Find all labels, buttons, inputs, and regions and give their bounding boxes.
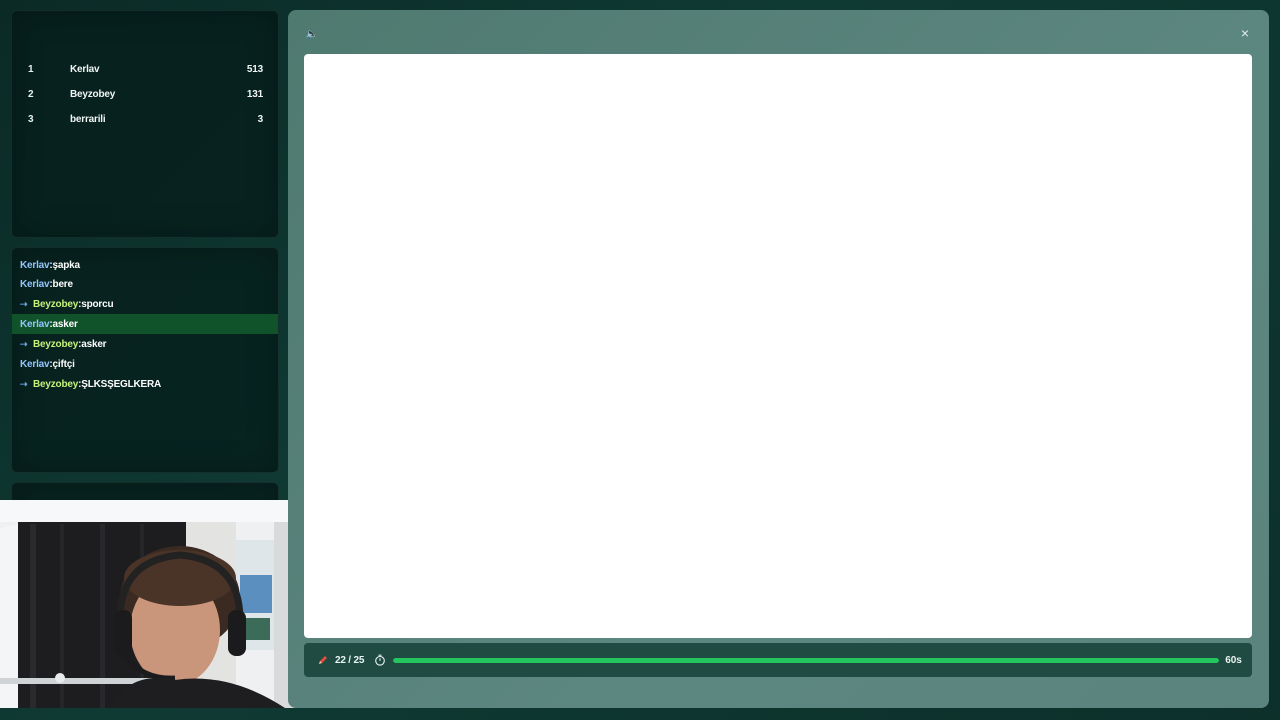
leaderboard-name: Beyzobey <box>70 88 116 100</box>
chat-user: Beyzobey <box>33 378 79 390</box>
pencil-icon <box>319 656 327 664</box>
leaderboard-score: 3 <box>257 113 264 125</box>
chat-text: çiftçi <box>52 358 75 370</box>
timer-text: 60s <box>1225 654 1242 666</box>
chat-user: Beyzobey <box>33 298 79 310</box>
chat-message-correct: Kerlav: asker <box>12 314 278 334</box>
status-bar: 22 / 25 60s <box>304 643 1252 677</box>
leaderboard-rank: 2 <box>28 88 34 100</box>
round-counter: 22 / 25 <box>335 654 365 666</box>
chat-message: Kerlav: çiftçi <box>12 354 278 374</box>
leaderboard-row: 3 berrarili 3 <box>28 109 263 129</box>
chat-message: Kerlav: bere <box>12 274 278 294</box>
chat-text: asker <box>52 318 78 330</box>
time-progress-fill <box>393 657 1220 663</box>
chat-message: Kerlav: şapka <box>12 255 278 275</box>
webcam-image <box>0 500 302 708</box>
chat-message: ⇢ Beyzobey: ŞLKSŞEGLKERA <box>12 374 278 394</box>
leaderboard-panel: 1 Kerlav 513 2 Beyzobey 131 3 berrarili … <box>11 10 279 238</box>
chat-message: ⇢ Beyzobey: sporcu <box>12 294 278 314</box>
reply-arrow-icon: ⇢ <box>20 378 28 389</box>
leaderboard-name: berrarili <box>70 113 106 125</box>
timer-icon <box>375 654 386 666</box>
leaderboard-name: Kerlav <box>70 63 100 75</box>
leaderboard-rank: 1 <box>28 63 34 75</box>
chat-user: Kerlav <box>20 358 50 370</box>
chat-text: bere <box>52 278 74 290</box>
leaderboard-score: 131 <box>246 88 263 100</box>
leaderboard-rank: 3 <box>28 113 34 125</box>
time-progress-bar <box>393 657 1220 663</box>
chat-user: Kerlav <box>20 278 50 290</box>
chat-text: ŞLKSŞEGLKERA <box>81 378 162 390</box>
leaderboard-row: 1 Kerlav 513 <box>28 59 263 79</box>
chat-text: şapka <box>52 259 81 271</box>
close-icon[interactable]: × <box>1237 25 1253 41</box>
webcam-overlay <box>0 500 303 708</box>
chat-text: sporcu <box>81 298 114 310</box>
leaderboard-row: 2 Beyzobey 131 <box>28 84 263 104</box>
speaker-icon[interactable]: 🔈 <box>304 26 320 42</box>
chat-message: ⇢ Beyzobey: asker <box>12 334 278 354</box>
chat-text: asker <box>81 338 107 350</box>
drawing-canvas[interactable] <box>304 54 1252 638</box>
leaderboard-score: 513 <box>246 63 263 75</box>
game-panel: 🔈 × 22 / 25 60s <box>288 10 1269 708</box>
chat-panel[interactable]: Kerlav: şapka Kerlav: bere ⇢ Beyzobey: sporc… <box>11 247 279 473</box>
chat-user: Kerlav <box>20 318 50 330</box>
chat-user: Beyzobey <box>33 338 79 350</box>
chat-user: Kerlav <box>20 259 50 271</box>
reply-arrow-icon: ⇢ <box>20 298 28 309</box>
reply-arrow-icon: ⇢ <box>20 338 28 349</box>
